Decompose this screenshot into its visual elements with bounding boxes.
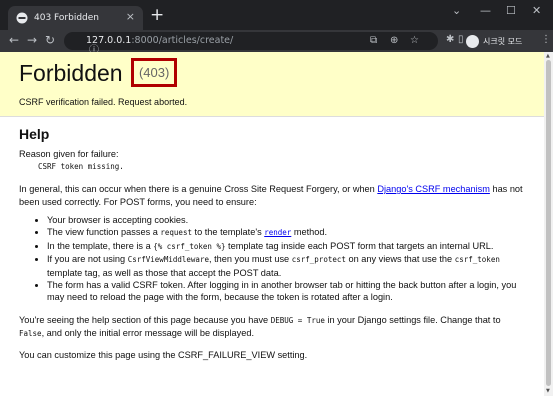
zoom-icon[interactable]: ⊕	[390, 35, 398, 47]
debug-text: in your Django settings file. Change tha…	[324, 314, 501, 325]
error-summary: Forbidden (403) CSRF verification failed…	[0, 52, 544, 117]
reload-icon[interactable]: ↻	[45, 33, 55, 47]
code-csrf-protect: csrf_protect	[291, 255, 346, 265]
scroll-down-icon[interactable]: ▼	[546, 388, 550, 394]
code-csrf-token-tag: {% csrf_token %}	[153, 241, 226, 251]
render-link[interactable]: render	[264, 228, 291, 237]
url-text: 127.0.0.1:8000/articles/create/	[86, 35, 233, 46]
status-code: (403)	[130, 58, 178, 88]
tab-title: 403 Forbidden	[34, 13, 99, 23]
code-request: request	[160, 228, 192, 238]
bullet-text: Your browser is accepting cookies.	[47, 215, 189, 226]
maximize-icon[interactable]: ☐	[506, 4, 516, 17]
title-text: Forbidden	[19, 60, 123, 86]
list-item: The view function passes a request to th…	[47, 226, 525, 239]
minimize-icon[interactable]: —	[480, 4, 491, 17]
sidebar-icon[interactable]: ▯	[458, 34, 464, 46]
bullet-text: template tag inside each POST form that …	[225, 240, 494, 251]
code-middleware: CsrfViewMiddleware	[127, 255, 209, 265]
profile-button[interactable]: 시크릿 모드	[466, 33, 522, 49]
list-item: Your browser is accepting cookies.	[47, 214, 525, 226]
general-paragraph: In general, this can occur when there is…	[19, 183, 525, 208]
new-tab-button[interactable]: +	[150, 5, 164, 25]
general-text: In general, this can occur when there is…	[19, 184, 378, 195]
reason-label: Reason given for failure:	[19, 149, 119, 160]
error-message: CSRF verification failed. Request aborte…	[19, 97, 188, 107]
requirements-list: Your browser is accepting cookies. The v…	[47, 214, 525, 304]
browser-tab[interactable]: 403 Forbidden ×	[8, 6, 143, 30]
address-bar[interactable]: ⓘ 127.0.0.1:8000/articles/create/ ⧉ ⊕ ☆	[64, 32, 438, 56]
bullet-text: In the template, there is a	[47, 240, 154, 251]
url-host: 127.0.0.1	[86, 35, 132, 46]
scrollbar-thumb[interactable]	[546, 60, 551, 386]
bullet-text: The view function passes a	[47, 227, 161, 238]
code-debug-true: DEBUG = True	[270, 315, 325, 325]
bullet-text: If you are not using	[47, 254, 128, 265]
scroll-up-icon[interactable]: ▲	[546, 53, 550, 59]
reason-text: CSRF token missing.	[38, 161, 124, 171]
favicon-forbidden-icon	[16, 12, 28, 24]
bullet-text: method.	[291, 227, 328, 238]
page-title: Forbidden (403)	[19, 58, 178, 89]
profile-label: 시크릿 모드	[483, 36, 523, 46]
page-scrollbar[interactable]: ▲ ▼	[544, 52, 553, 396]
list-item: The form has a valid CSRF token. After l…	[47, 279, 525, 304]
bullet-text: to the template's	[191, 227, 265, 238]
browser-toolbar: ← → ↻ ⓘ 127.0.0.1:8000/articles/create/ …	[0, 30, 553, 56]
bullet-text: template tag, as well as those that acce…	[47, 267, 282, 278]
tab-close-icon[interactable]: ×	[126, 10, 135, 23]
star-icon[interactable]: ☆	[410, 35, 419, 47]
forward-icon[interactable]: →	[27, 33, 37, 47]
extensions-icon[interactable]: ✱	[446, 34, 454, 46]
profile-icon	[466, 34, 479, 48]
csrf-mechanism-link[interactable]: Django's CSRF mechanism	[377, 184, 490, 194]
help-section: Help Reason given for failure: CSRF toke…	[0, 117, 544, 371]
window-close-icon[interactable]: ✕	[532, 4, 541, 17]
url-path: :8000/articles/create/	[131, 35, 234, 46]
code-csrf-token: csrf_token	[454, 255, 500, 265]
tab-search-icon[interactable]: ⌄	[452, 4, 461, 17]
translate-icon[interactable]: ⧉	[370, 35, 377, 47]
bullet-text: on any views that use the	[345, 254, 455, 265]
menu-icon[interactable]: ⋮	[541, 34, 551, 46]
code-false: False	[19, 329, 42, 339]
tab-strip: 403 Forbidden × + ⌄ — ☐ ✕	[0, 0, 553, 30]
list-item: In the template, there is a {% csrf_toke…	[47, 240, 525, 253]
bullet-text: , then you must use	[208, 254, 292, 265]
back-icon[interactable]: ←	[9, 33, 19, 47]
list-item: If you are not using CsrfViewMiddleware,…	[47, 253, 525, 279]
debug-text: You're seeing the help section of this p…	[19, 314, 271, 325]
help-heading: Help	[19, 126, 50, 142]
debug-paragraph: You're seeing the help section of this p…	[19, 314, 525, 341]
debug-text: , and only the initial error message wil…	[41, 328, 255, 339]
customize-paragraph: You can customize this page using the CS…	[19, 349, 308, 360]
bullet-text: The form has a valid CSRF token. After l…	[47, 280, 517, 303]
page-content: Forbidden (403) CSRF verification failed…	[0, 52, 544, 396]
